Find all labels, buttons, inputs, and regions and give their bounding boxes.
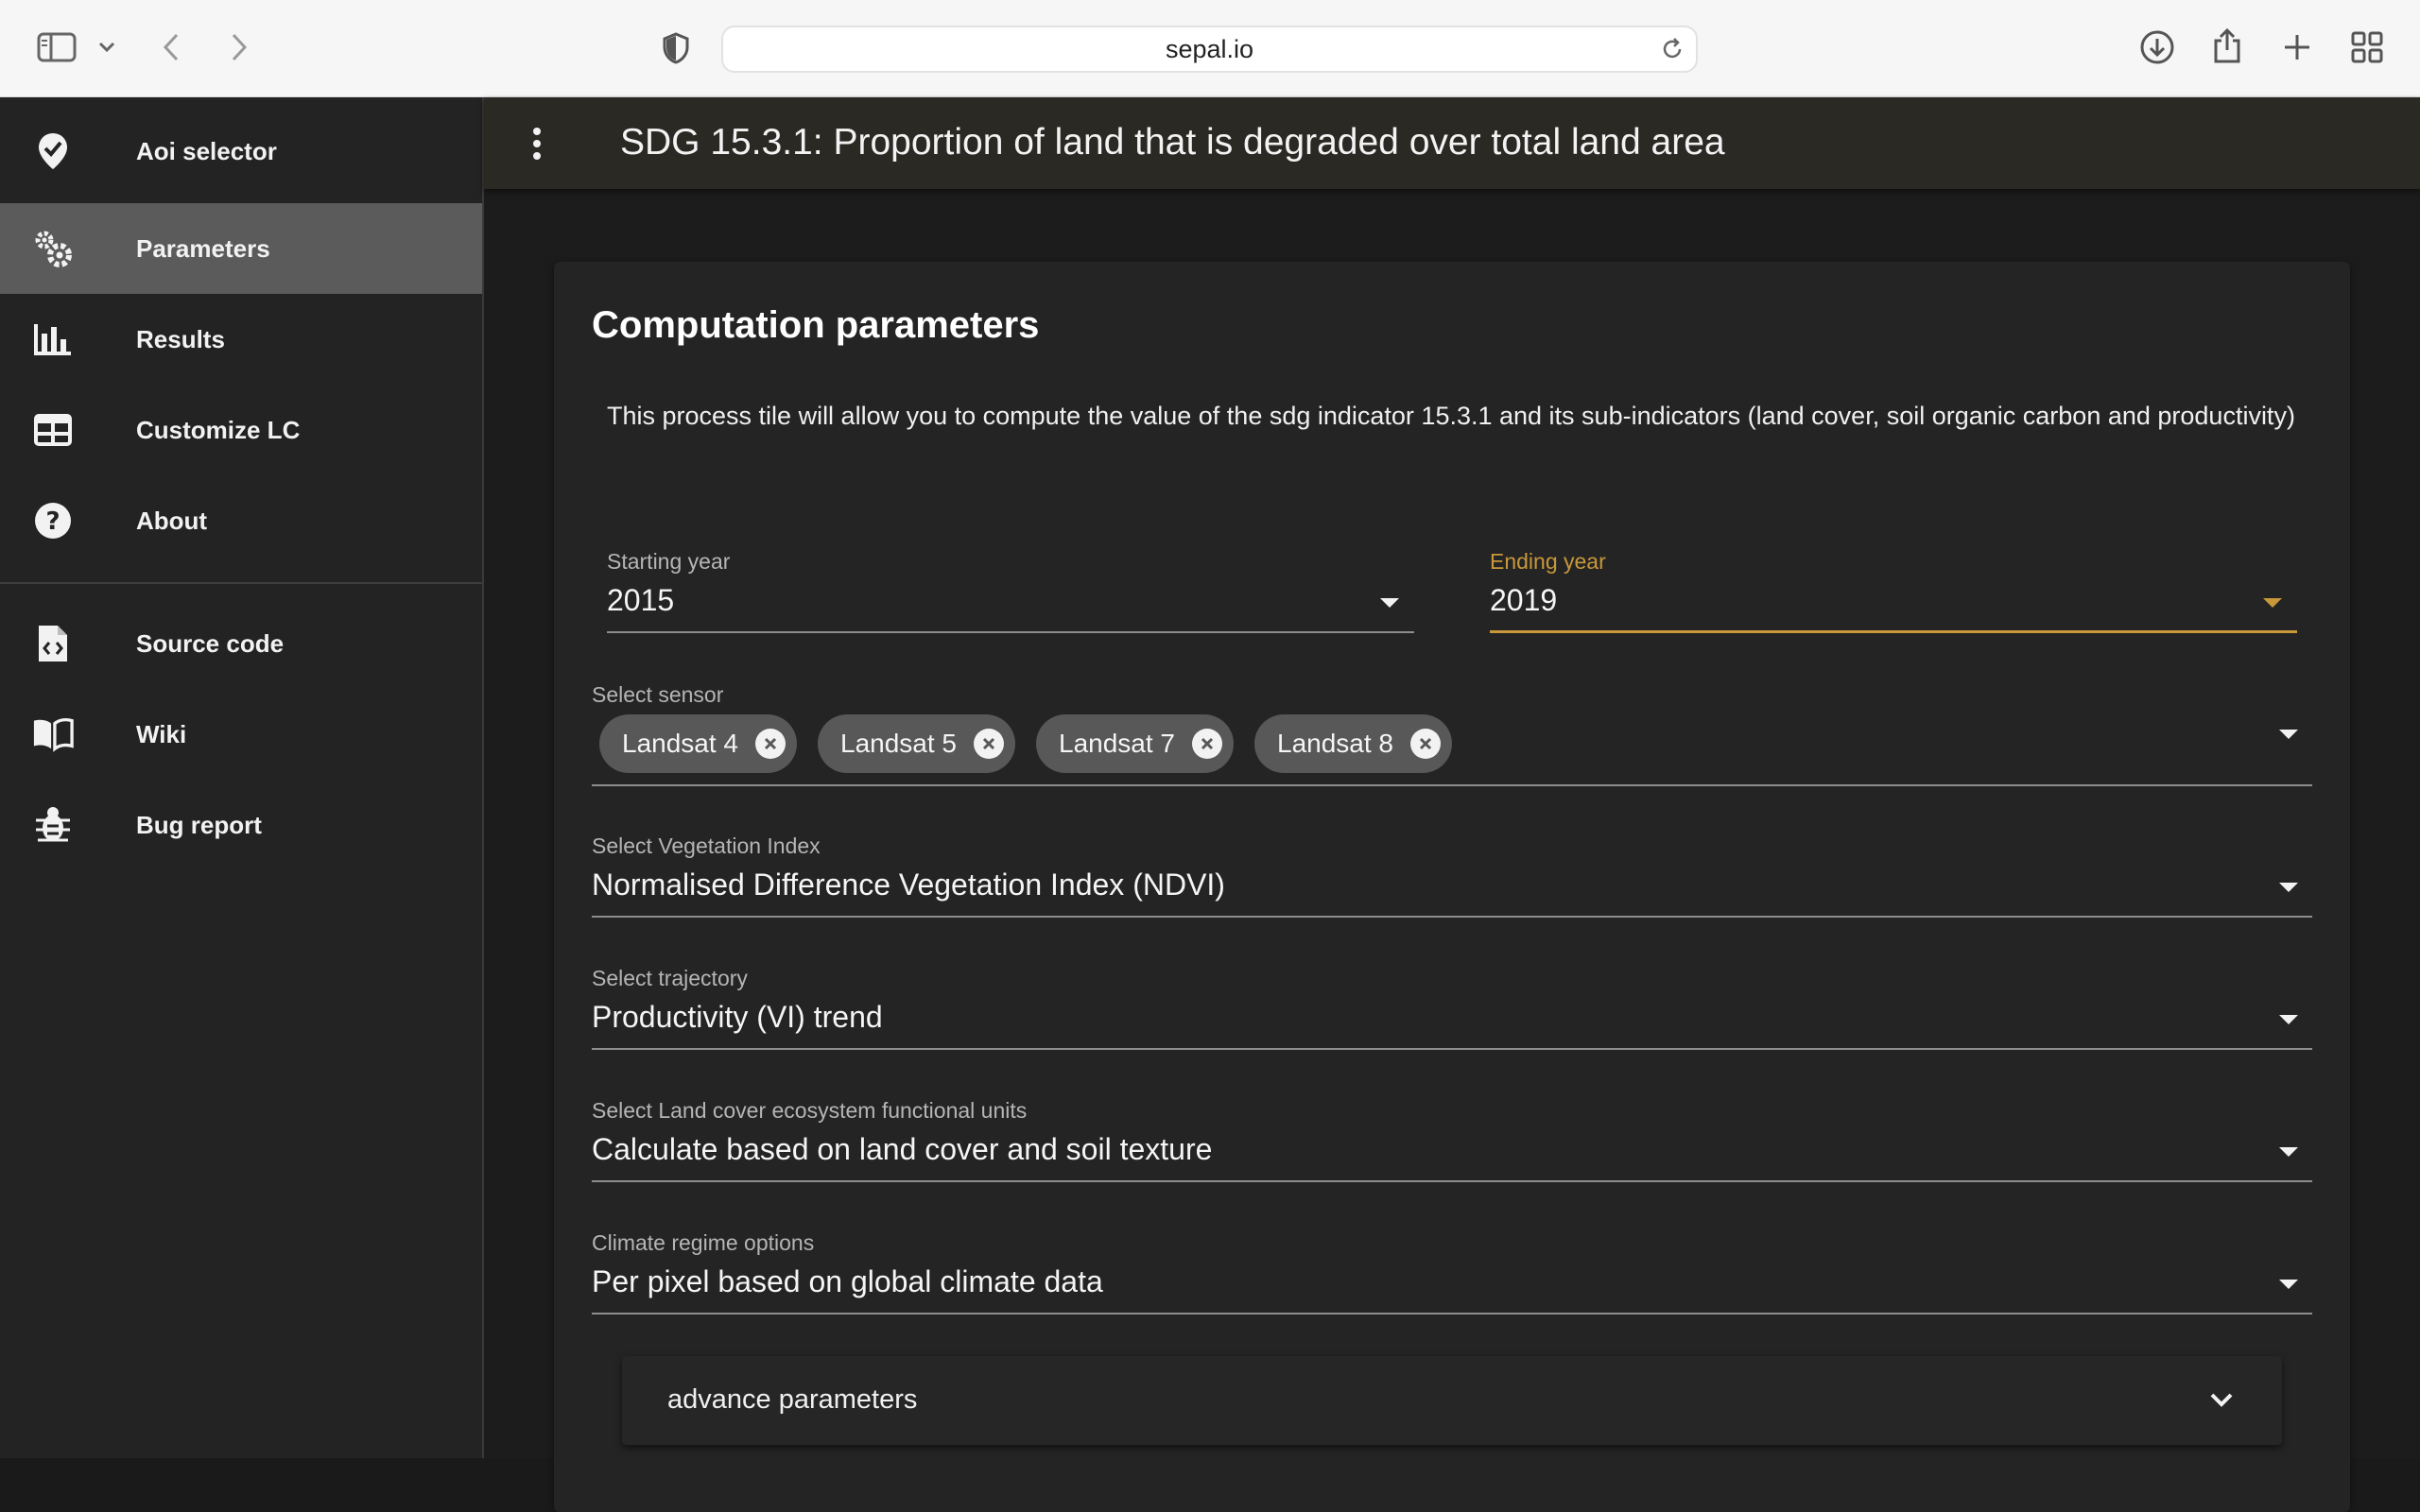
sidebar-item-label: Customize LC (136, 415, 301, 444)
caret-down-icon (2279, 1015, 2298, 1024)
sidebar-item-results[interactable]: Results (0, 294, 482, 385)
field-underline (607, 631, 1414, 633)
url-text: sepal.io (1165, 34, 1254, 63)
starting-year-label: Starting year (607, 549, 731, 574)
field-underline (592, 1313, 2312, 1314)
app-bar: SDG 15.3.1: Proportion of land that is d… (484, 97, 2420, 189)
card-description: This process tile will allow you to comp… (607, 402, 2295, 430)
caret-down-icon (1380, 598, 1399, 608)
sidebar-item-label: Bug report (136, 810, 262, 839)
navigation-drawer: Aoi selector Parameters Results Customiz… (0, 97, 484, 1458)
trajectory-label: Select trajectory (592, 966, 748, 990)
chip-label: Landsat 4 (622, 729, 738, 758)
sidebar-item-parameters[interactable]: Parameters (0, 203, 482, 294)
sidebar-item-aoi-selector[interactable]: Aoi selector (0, 106, 482, 197)
ending-year-label: Ending year (1490, 549, 1606, 574)
field-underline (592, 1048, 2312, 1050)
sidebar-item-about[interactable]: ? About (0, 475, 482, 566)
privacy-shield-icon[interactable] (662, 30, 690, 66)
land-cover-units-value: Calculate based on land cover and soil t… (592, 1132, 1213, 1166)
caret-down-icon (2279, 730, 2298, 739)
caret-down-icon (2279, 883, 2298, 892)
sidebar-item-customize-lc[interactable]: Customize LC (0, 385, 482, 475)
sidebar-item-label: Results (136, 324, 225, 353)
close-circle-icon[interactable] (1410, 729, 1441, 759)
sidebar-link-source-code[interactable]: Source code (0, 598, 482, 689)
caret-down-icon (2279, 1147, 2298, 1157)
question-circle-icon: ? (32, 500, 74, 541)
sensor-chip[interactable]: Landsat 8 (1254, 714, 1452, 773)
caret-down-icon (2263, 598, 2282, 608)
ending-year-value: 2019 (1490, 583, 1558, 617)
chevron-down-icon[interactable] (95, 36, 119, 59)
vegetation-index-value: Normalised Difference Vegetation Index (… (592, 868, 1225, 902)
sensor-chip[interactable]: Landsat 5 (818, 714, 1015, 773)
sidebar-item-label: About (136, 506, 208, 535)
sensor-label: Select sensor (592, 682, 724, 707)
sidebar-link-bug-report[interactable]: Bug report (0, 780, 482, 870)
close-circle-icon[interactable] (974, 729, 1004, 759)
bar-chart-icon (32, 318, 74, 360)
trajectory-value: Productivity (VI) trend (592, 1000, 883, 1034)
field-underline-focused (1490, 630, 2297, 633)
land-cover-units-label: Select Land cover ecosystem functional u… (592, 1098, 1028, 1123)
chevron-down-icon[interactable] (2208, 1384, 2235, 1419)
new-tab-icon[interactable] (2278, 28, 2316, 66)
sensor-chip[interactable]: Landsat 7 (1036, 714, 1234, 773)
bug-icon (32, 804, 74, 846)
advanced-parameters-label: advance parameters (667, 1384, 918, 1415)
address-bar[interactable]: sepal.io (721, 26, 1698, 73)
sidebar-item-label: Parameters (136, 233, 270, 263)
svg-text:?: ? (45, 507, 60, 536)
sidebar-item-label: Aoi selector (136, 136, 277, 165)
map-marker-check-icon (32, 130, 74, 172)
file-code-icon (32, 623, 74, 664)
starting-year-value: 2015 (607, 583, 675, 617)
gears-icon (32, 228, 74, 269)
caret-down-icon (2279, 1280, 2298, 1289)
download-icon[interactable] (2138, 28, 2176, 66)
chip-label: Landsat 8 (1277, 729, 1393, 758)
computation-parameters-card: Computation parameters This process tile… (554, 262, 2350, 1512)
browser-toolbar: sepal.io (0, 0, 2420, 97)
book-open-icon (32, 713, 74, 755)
sidebar-item-label: Wiki (136, 719, 187, 748)
field-underline (592, 784, 2312, 786)
forward-arrow-icon[interactable] (225, 30, 253, 64)
sensor-chip[interactable]: Landsat 4 (599, 714, 797, 773)
sidebar-divider (0, 582, 482, 584)
close-circle-icon[interactable] (1192, 729, 1222, 759)
field-underline (592, 916, 2312, 918)
chip-label: Landsat 5 (840, 729, 957, 758)
sidebar-toggle-icon[interactable] (36, 31, 78, 63)
share-icon[interactable] (2208, 26, 2246, 66)
back-arrow-icon[interactable] (157, 30, 185, 64)
field-underline (592, 1180, 2312, 1182)
card-title: Computation parameters (592, 304, 1040, 346)
tab-overview-icon[interactable] (2348, 28, 2386, 66)
vegetation-index-label: Select Vegetation Index (592, 833, 821, 858)
page-title: SDG 15.3.1: Proportion of land that is d… (620, 122, 1725, 163)
sidebar-link-wiki[interactable]: Wiki (0, 689, 482, 780)
chip-label: Landsat 7 (1059, 729, 1175, 758)
sidebar-item-label: Source code (136, 628, 285, 658)
more-vertical-icon[interactable] (526, 124, 548, 163)
advanced-parameters-panel[interactable]: advance parameters (622, 1356, 2282, 1445)
close-circle-icon[interactable] (755, 729, 786, 759)
table-icon (32, 409, 74, 451)
climate-regime-label: Climate regime options (592, 1230, 815, 1255)
climate-regime-value: Per pixel based on global climate data (592, 1264, 1103, 1298)
reload-icon[interactable] (1660, 37, 1685, 68)
